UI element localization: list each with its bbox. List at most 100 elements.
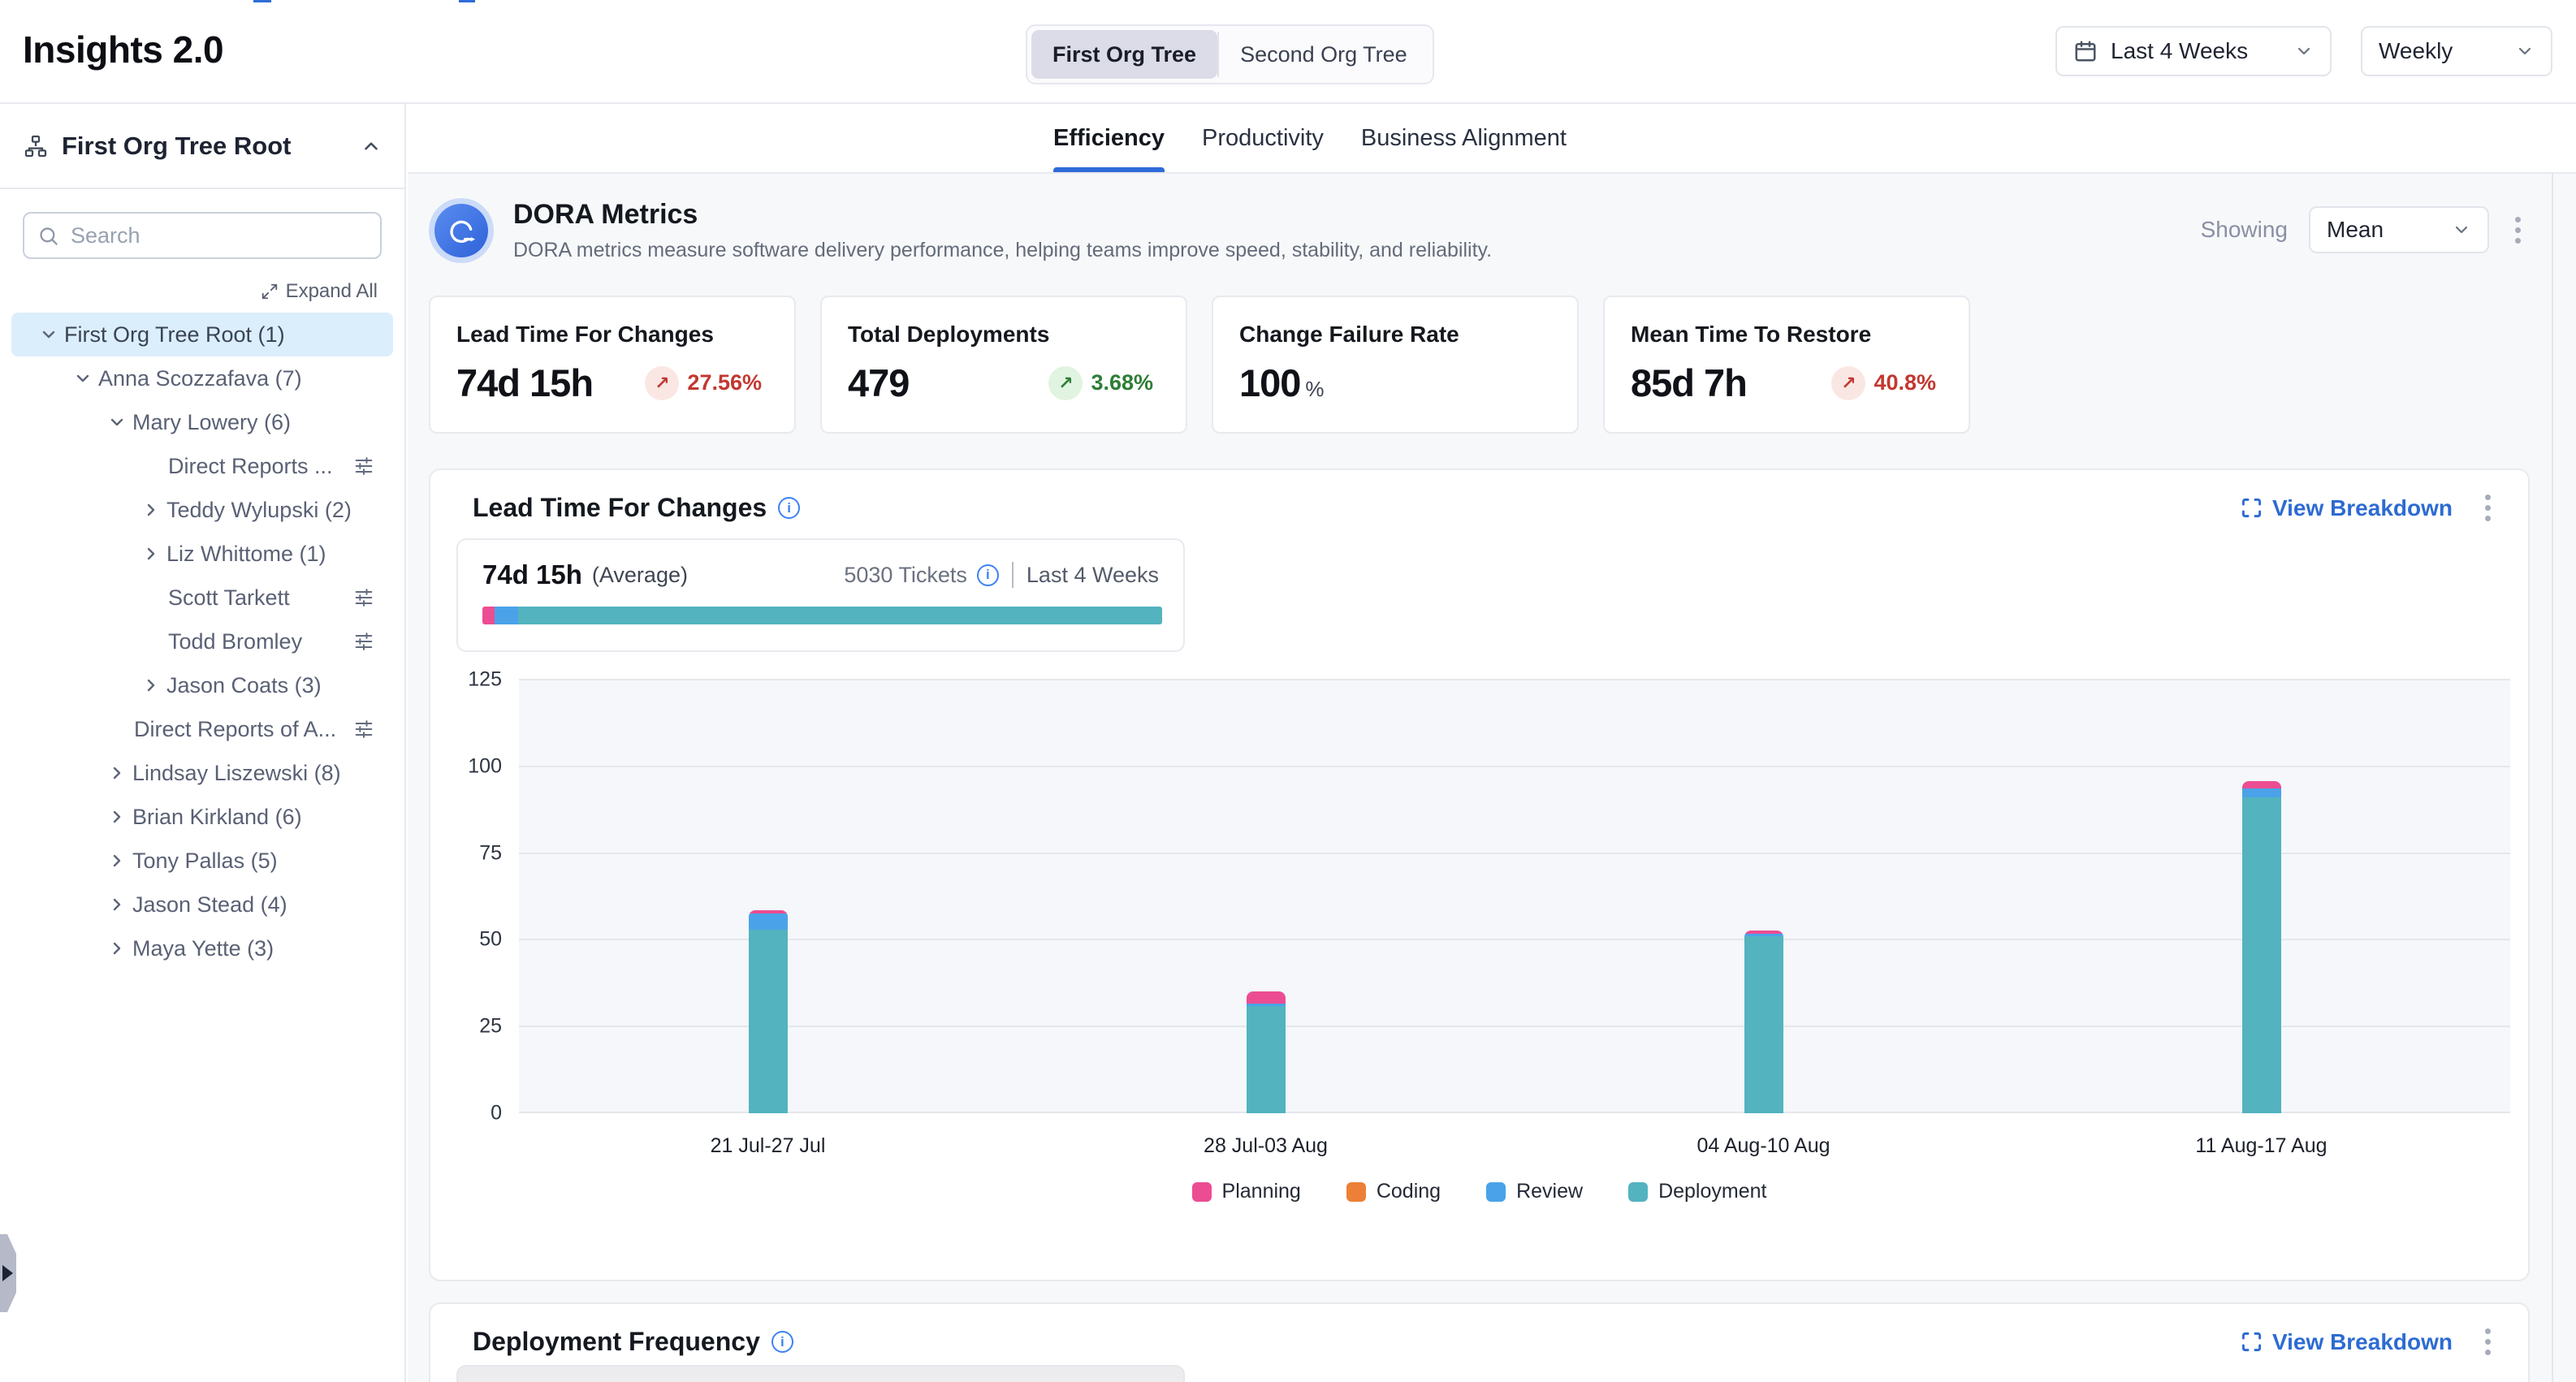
tab-efficiency[interactable]: Efficiency <box>1053 104 1165 172</box>
tree-item[interactable]: Lindsay Liszewski (8) <box>11 751 393 795</box>
filter-sliders-icon[interactable] <box>352 630 375 653</box>
bar-11-aug-17-aug[interactable] <box>2242 781 2281 1113</box>
bar-segment-planning[interactable] <box>1247 991 1286 1004</box>
main-tabs-bar: Efficiency Productivity Business Alignment <box>408 104 2576 174</box>
aggregation-value: Mean <box>2327 217 2439 243</box>
info-icon[interactable] <box>977 564 999 586</box>
tree-item[interactable]: Todd Bromley <box>11 620 393 663</box>
lead-time-menu-button[interactable] <box>2480 490 2496 526</box>
chevron-down-icon[interactable] <box>73 369 93 388</box>
efficiency-content: DORA Metrics DORA metrics measure softwa… <box>408 174 2576 1382</box>
metric-card-title: Mean Time To Restore <box>1631 322 1936 348</box>
granularity-select[interactable]: Weekly <box>2361 26 2552 76</box>
metric-card-value: 100% <box>1239 361 1324 405</box>
dora-description: DORA metrics measure software delivery p… <box>513 239 1492 262</box>
y-tick-label: 50 <box>430 928 502 952</box>
tree-item[interactable]: Tony Pallas (5) <box>11 839 393 883</box>
info-icon[interactable] <box>778 497 800 519</box>
bar-segment-deployment[interactable] <box>749 930 788 1113</box>
bar-segment-deployment[interactable] <box>1744 936 1783 1113</box>
chevron-right-icon[interactable] <box>107 851 127 870</box>
metric-delta-badge: ↗3.68% <box>1048 366 1153 400</box>
bar-04-aug-10-aug[interactable] <box>1744 931 1783 1113</box>
tree-item[interactable]: Liz Whittome (1) <box>11 532 393 576</box>
lead-time-summary-card: 74d 15h (Average) 5030 Tickets Last 4 We… <box>456 538 1185 652</box>
tree-item[interactable]: Teddy Wylupski (2) <box>11 488 393 532</box>
deployment-frequency-view-breakdown-button[interactable]: View Breakdown <box>2241 1329 2453 1355</box>
tree-item-label: Lindsay Liszewski (8) <box>132 761 341 786</box>
tree-item[interactable]: First Org Tree Root (1) <box>11 313 393 356</box>
info-icon[interactable] <box>772 1331 793 1353</box>
showing-controls: Showing Mean <box>2201 206 2526 253</box>
chevron-right-icon[interactable] <box>107 807 127 827</box>
search-box <box>23 212 382 259</box>
sidebar-header: First Org Tree Root <box>0 104 404 189</box>
sidebar-collapse-chevron-icon[interactable] <box>361 136 382 157</box>
expand-all-button[interactable]: Expand All <box>27 280 378 303</box>
tab-productivity[interactable]: Productivity <box>1202 104 1324 172</box>
filter-sliders-icon[interactable] <box>352 718 375 741</box>
chevron-right-icon[interactable] <box>141 500 161 520</box>
tab-business-alignment[interactable]: Business Alignment <box>1361 104 1567 172</box>
x-tick-label: 04 Aug-10 Aug <box>1696 1134 1830 1158</box>
search-icon <box>37 225 59 247</box>
aggregation-select[interactable]: Mean <box>2309 206 2489 253</box>
deployment-frequency-menu-button[interactable] <box>2480 1324 2496 1360</box>
legend-swatch <box>1628 1182 1648 1202</box>
deployment-frequency-title: Deployment Frequency <box>473 1327 760 1357</box>
filter-sliders-icon[interactable] <box>352 455 375 477</box>
expand-corners-icon <box>2241 1331 2263 1353</box>
chart-legend: PlanningCodingReviewDeployment <box>430 1180 2528 1203</box>
gridline <box>519 679 2510 680</box>
tree-item[interactable]: Scott Tarkett <box>11 576 393 620</box>
dora-metric-cards: Lead Time For Changes74d 15h↗27.56%Total… <box>429 296 1970 434</box>
phase-progress-bar <box>482 607 1162 624</box>
y-tick-label: 25 <box>430 1015 502 1039</box>
metric-card-value: 74d 15h <box>456 361 593 405</box>
bar-segment-planning[interactable] <box>2242 781 2281 788</box>
chevron-down-icon[interactable] <box>39 325 58 344</box>
chevron-right-icon[interactable] <box>141 544 161 564</box>
chevron-right-icon[interactable] <box>141 676 161 695</box>
bar-segment-deployment[interactable] <box>2242 797 2281 1113</box>
tree-item[interactable]: Direct Reports of A... <box>11 707 393 751</box>
bar-segment-deployment[interactable] <box>1247 1006 1286 1113</box>
tree-item[interactable]: Brian Kirkland (6) <box>11 795 393 839</box>
chevron-down-icon <box>2294 41 2314 61</box>
chevron-right-icon[interactable] <box>107 939 127 958</box>
date-range-select[interactable]: Last 4 Weeks <box>2055 26 2332 76</box>
date-range-value: Last 4 Weeks <box>2111 38 2281 64</box>
chevron-right-icon[interactable] <box>107 895 127 914</box>
lead-time-view-breakdown-button[interactable]: View Breakdown <box>2241 495 2453 521</box>
bar-21-jul-27-jul[interactable] <box>749 910 788 1113</box>
chevron-down-icon[interactable] <box>107 412 127 432</box>
divider <box>1012 562 1014 588</box>
bar-segment-review[interactable] <box>749 913 788 929</box>
legend-item-deployment: Deployment <box>1628 1180 1766 1203</box>
calendar-icon <box>2073 39 2098 63</box>
bar-segment-review[interactable] <box>2242 788 2281 797</box>
metric-card-title: Lead Time For Changes <box>456 322 762 348</box>
org-tree-tab-1[interactable]: First Org Tree <box>1031 30 1217 79</box>
bar-28-jul-03-aug[interactable] <box>1247 991 1286 1113</box>
tree-item[interactable]: Jason Coats (3) <box>11 663 393 707</box>
tree-item[interactable]: Maya Yette (3) <box>11 926 393 970</box>
chevron-down-icon <box>2452 220 2471 240</box>
showing-label: Showing <box>2201 217 2288 243</box>
chevron-right-icon[interactable] <box>107 763 127 783</box>
tree-item[interactable]: Mary Lowery (6) <box>11 400 393 444</box>
search-input[interactable] <box>71 223 367 248</box>
org-tree-tab-2[interactable]: Second Org Tree <box>1219 30 1428 79</box>
tree-item[interactable]: Jason Stead (4) <box>11 883 393 926</box>
tree-item-label: Brian Kirkland (6) <box>132 805 302 830</box>
progress-segment-deployment <box>518 607 1162 624</box>
dora-menu-button[interactable] <box>2510 212 2526 248</box>
metric-card-value: 85d 7h <box>1631 361 1747 405</box>
tree-item-label: Jason Coats (3) <box>166 673 322 698</box>
filter-sliders-icon[interactable] <box>352 586 375 609</box>
tree-item[interactable]: Anna Scozzafava (7) <box>11 356 393 400</box>
clipped-link-fragment <box>253 0 271 2</box>
scrollbar-track[interactable] <box>2552 174 2553 1382</box>
lead-time-title: Lead Time For Changes <box>473 493 767 523</box>
tree-item[interactable]: Direct Reports ... <box>11 444 393 488</box>
